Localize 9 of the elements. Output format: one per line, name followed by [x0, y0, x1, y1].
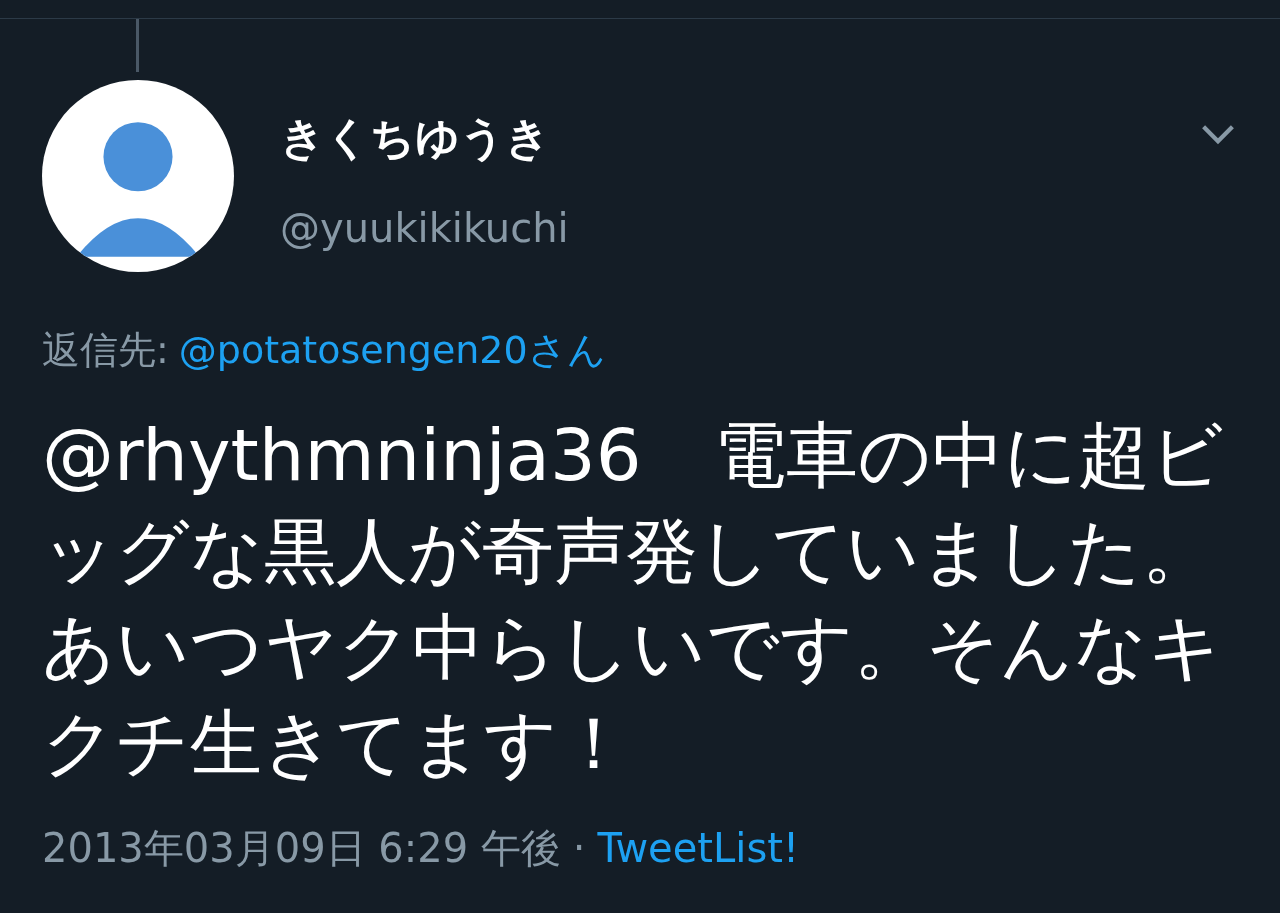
reply-label: 返信先:	[42, 328, 169, 372]
thread-line	[136, 19, 139, 72]
tweet-text: @rhythmninja36 電車の中に超ビッグな黒人が奇声発していました。あいつヤク中らしいです。そんなキクチ生きてます！	[42, 412, 1225, 787]
mention-link[interactable]: @potatosengen20さん	[178, 328, 606, 372]
timestamp: 2013年03月09日 6:29 午後	[42, 825, 561, 871]
author-handle[interactable]: @yuukikikuchi	[280, 200, 1200, 256]
separator: ·	[572, 825, 586, 871]
author-name[interactable]: きくちゆうき	[280, 110, 1200, 166]
source-link[interactable]: TweetList!	[597, 825, 799, 871]
